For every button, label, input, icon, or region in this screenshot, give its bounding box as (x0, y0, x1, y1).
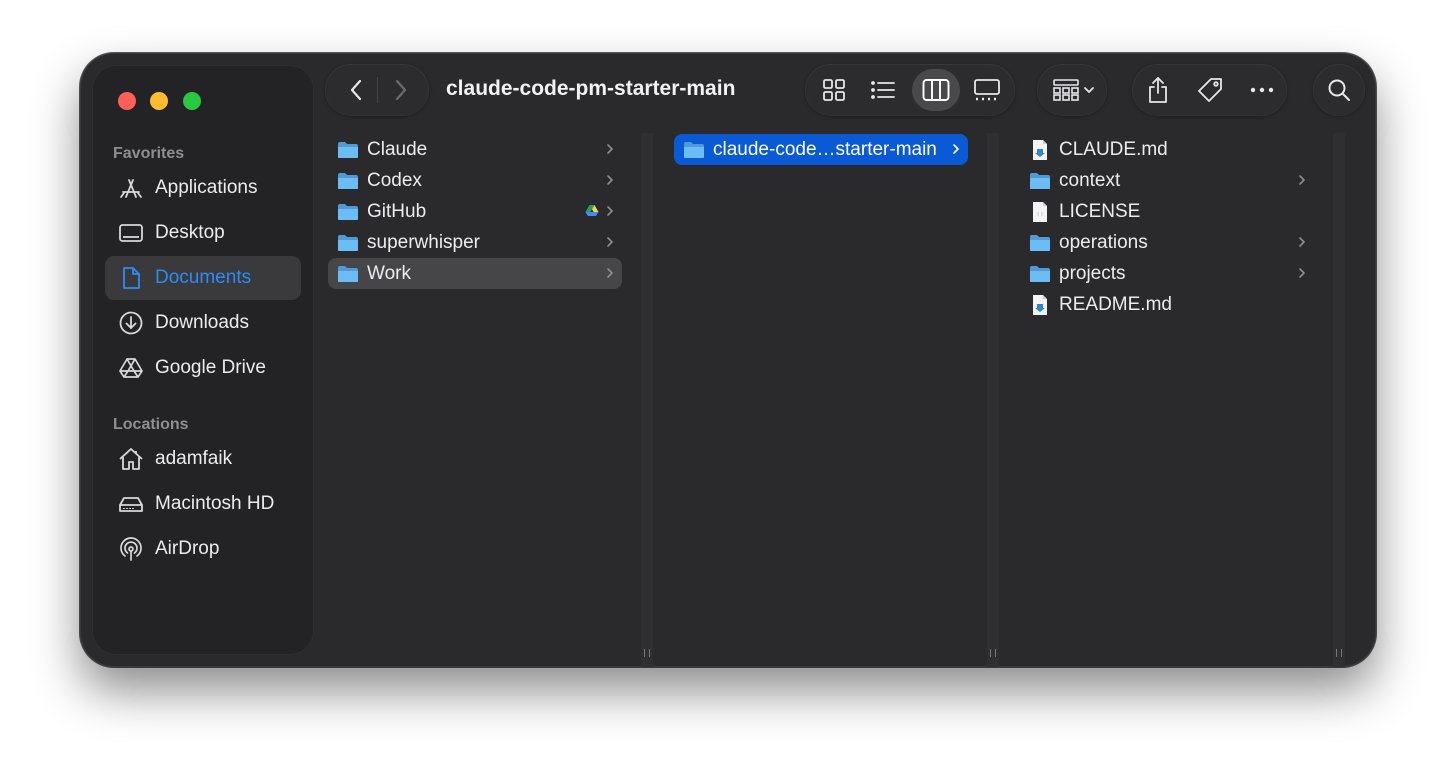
desktop-icon (118, 220, 144, 246)
list-item[interactable]: README.md (1020, 289, 1314, 320)
applications-icon (118, 175, 144, 201)
icon-view-button[interactable] (814, 70, 854, 110)
chevron-down-icon (1084, 87, 1094, 94)
list-item[interactable]: LICENSE (1020, 196, 1314, 227)
share-button[interactable] (1138, 70, 1178, 110)
window-title: claude-code-pm-starter-main (446, 77, 736, 100)
markdown-file-icon (1033, 294, 1047, 315)
google-drive-icon (585, 205, 599, 216)
list-item[interactable]: CLAUDE.md (1020, 134, 1314, 165)
view-switcher (806, 65, 1014, 115)
sidebar-item-label: Documents (155, 267, 252, 288)
home-icon (118, 446, 144, 472)
chevron-right-icon (1299, 268, 1306, 278)
sidebar-item-adamfaik[interactable]: adamfaik (105, 437, 301, 481)
list-item[interactable]: GitHub (328, 196, 622, 227)
column-view-icon (922, 79, 950, 101)
sidebar-item-airdrop[interactable]: AirDrop (105, 527, 301, 571)
folder-icon (338, 203, 358, 220)
chevron-right-icon (1299, 175, 1306, 185)
folder-icon (338, 234, 358, 251)
sidebar-item-google-drive[interactable]: Google Drive (105, 346, 301, 390)
sidebar-item-label: Google Drive (155, 357, 266, 378)
column-1: Claude Codex GitHub superwhisper Work (328, 131, 624, 667)
favorites-heading: Favorites (113, 145, 185, 162)
list-item[interactable]: claude-code…starter-main (674, 134, 968, 165)
forward-icon (395, 79, 407, 101)
sidebar-item-downloads[interactable]: Downloads (105, 301, 301, 345)
sidebar-item-desktop[interactable]: Desktop (105, 211, 301, 255)
chevron-right-icon (607, 206, 614, 216)
icon-view-icon (823, 79, 845, 101)
chevron-right-icon (953, 144, 960, 154)
list-item[interactable]: Claude (328, 134, 622, 165)
list-item[interactable]: context (1020, 165, 1314, 196)
zoom-button[interactable] (183, 92, 201, 110)
gallery-view-button[interactable] (967, 70, 1007, 110)
finder-window: Favorites Applications Desktop Documents… (80, 53, 1376, 667)
sidebar-item-label: adamfaik (155, 448, 233, 469)
close-button[interactable] (118, 92, 136, 110)
folder-icon (1030, 265, 1050, 282)
list-item[interactable]: Work (328, 258, 622, 289)
more-icon (1250, 87, 1274, 93)
share-icon (1149, 77, 1167, 103)
column-view-button[interactable] (912, 69, 960, 111)
chevron-right-icon (607, 237, 614, 247)
list-item[interactable]: superwhisper (328, 227, 622, 258)
folder-icon (338, 141, 358, 158)
list-view-button[interactable] (863, 70, 903, 110)
markdown-file-icon (1033, 139, 1047, 160)
airdrop-icon (118, 536, 144, 562)
chevron-right-icon (607, 144, 614, 154)
list-view-icon (871, 81, 895, 99)
forward-button[interactable] (381, 70, 421, 110)
actions-group (1133, 65, 1286, 115)
back-button[interactable] (336, 70, 376, 110)
sidebar-item-label: Macintosh HD (155, 493, 275, 514)
search-button[interactable] (1314, 65, 1364, 115)
folder-icon (1030, 234, 1050, 251)
column-divider[interactable] (641, 133, 653, 667)
navigation-group (326, 65, 428, 115)
column-3: CLAUDE.md context LICENSE operations pro… (1020, 131, 1316, 667)
sidebar-item-label: Applications (155, 177, 258, 198)
chevron-right-icon (607, 268, 614, 278)
back-icon (350, 79, 362, 101)
download-icon (118, 310, 144, 336)
tag-icon (1198, 78, 1222, 102)
list-item[interactable]: operations (1020, 227, 1314, 258)
group-by-button[interactable] (1038, 65, 1106, 115)
sidebar: Favorites Applications Desktop Documents… (92, 65, 314, 655)
file-icon (1033, 201, 1047, 222)
chevron-right-icon (1299, 237, 1306, 247)
sidebar-item-macintosh-hd[interactable]: Macintosh HD (105, 482, 301, 526)
google-drive-icon (118, 355, 144, 381)
folder-icon (338, 172, 358, 189)
column-divider[interactable] (1333, 133, 1345, 667)
tags-button[interactable] (1190, 70, 1230, 110)
list-item[interactable]: Codex (328, 165, 622, 196)
search-icon (1328, 79, 1350, 101)
locations-heading: Locations (113, 416, 189, 433)
folder-icon (338, 265, 358, 282)
gallery-view-icon (974, 79, 1000, 101)
group-by-icon (1053, 79, 1079, 101)
column-divider[interactable] (987, 133, 999, 667)
document-icon (118, 265, 144, 291)
sidebar-item-label: Downloads (155, 312, 249, 333)
minimize-button[interactable] (150, 92, 168, 110)
sidebar-item-applications[interactable]: Applications (105, 166, 301, 210)
chevron-right-icon (607, 175, 614, 185)
more-button[interactable] (1242, 70, 1282, 110)
folder-icon (684, 141, 704, 158)
sidebar-item-documents[interactable]: Documents (105, 256, 301, 300)
column-2: claude-code…starter-main (674, 131, 970, 667)
folder-icon (1030, 172, 1050, 189)
sidebar-item-label: AirDrop (155, 538, 220, 559)
list-item[interactable]: projects (1020, 258, 1314, 289)
sidebar-item-label: Desktop (155, 222, 225, 243)
hard-drive-icon (118, 491, 144, 517)
